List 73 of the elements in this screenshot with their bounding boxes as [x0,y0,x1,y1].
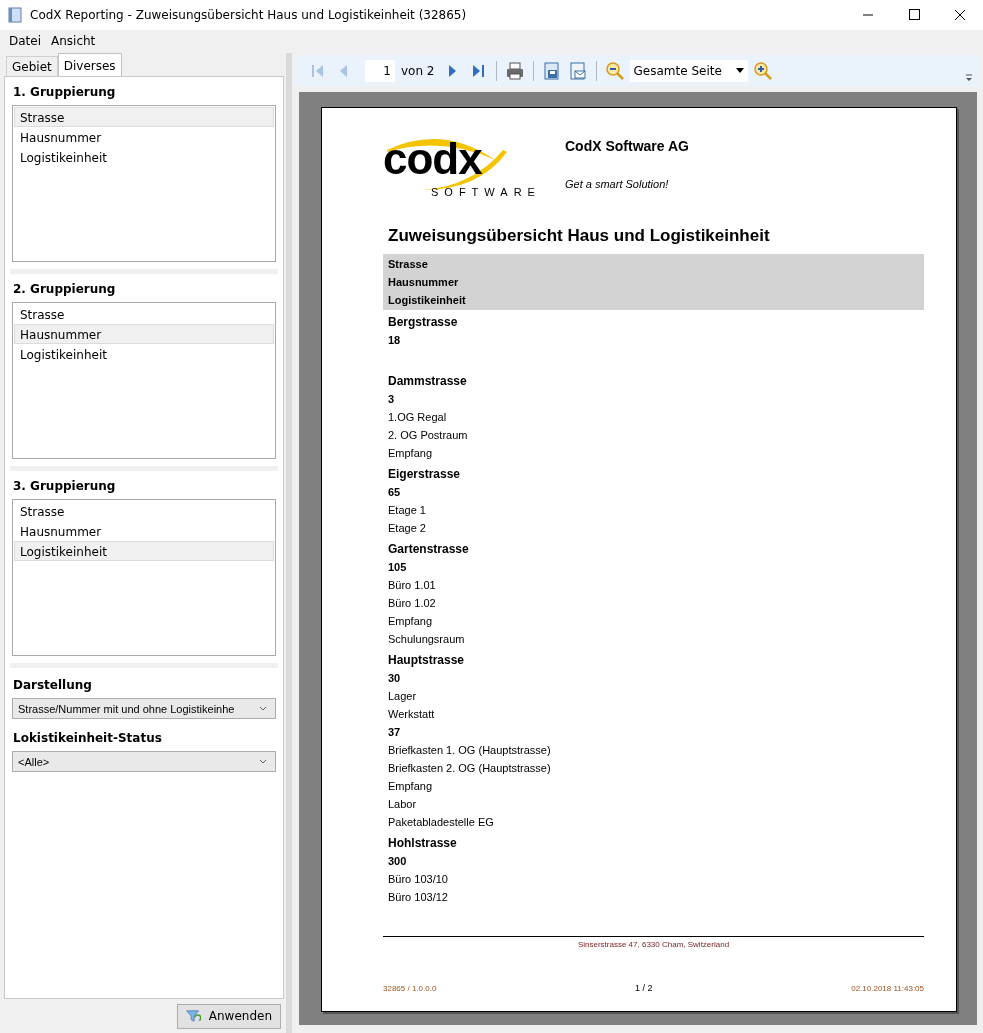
app-icon[interactable] [8,7,22,23]
house-number: 300 [388,854,408,869]
house-number: 105 [388,560,408,575]
zoom-out-icon[interactable] [603,59,626,82]
logistics-unit: Etage 1 [388,503,427,518]
company-logo: codx SOFTWARE [383,133,542,200]
apply-button[interactable]: Anwenden [177,1003,281,1029]
logistics-unit: Briefkasten 1. OG (Hauptstrasse) [388,743,552,758]
logistics-unit: Büro 1.02 [388,596,437,611]
field-label: Darstellung [13,678,93,692]
page-number-field[interactable]: 1 [365,59,395,82]
logistics-unit: Lager [388,689,418,704]
list-item[interactable]: Strasse [14,501,274,521]
list-item[interactable]: Strasse [14,107,274,127]
timestamp: 02.10.2018 11:43:05 [851,983,924,993]
menu-item[interactable]: Ansicht [46,34,101,48]
dropdown[interactable]: Strasse/Nummer mit und ohne Logistikeinhe [12,698,276,719]
page-count: von 2 [401,63,435,78]
section-heading: 2. Gruppierung [13,282,117,296]
column-header: Hausnummer [388,275,460,290]
field-label: Lokistikeinheit-Status [13,731,163,745]
report-id: 32865 / 1.0.0.0 [383,983,437,993]
logistics-unit: Büro 103/10 [388,872,449,887]
column-header: Strasse [388,257,429,272]
house-number: 3 [388,392,396,407]
window-title: CodX Reporting - Zuweisungsübersicht Haus und Logistikeinheit (32865) [30,8,467,22]
house-number: 30 [388,671,402,686]
street-name: Gartenstrasse [388,541,470,558]
logistics-unit: Labor [388,797,418,812]
street-name: Dammstrasse [388,373,468,390]
company-name: CodX Software AG [565,138,689,154]
logistics-unit: 1.OG Regal [388,410,448,425]
logistics-unit: Briefkasten 2. OG (Hauptstrasse) [388,761,552,776]
house-number: 65 [388,485,402,500]
column-header: Logistikeinheit [388,293,467,308]
logistics-unit: Empfang [388,614,434,629]
logistics-unit: Empfang [388,779,434,794]
tab[interactable]: Diverses [57,53,122,77]
street-name: Hohlstrasse [388,835,458,852]
company-address: Sinserstrasse 47, 6330 Cham, Switzerland [576,940,731,949]
street-name: Hauptstrasse [388,652,466,669]
street-name: Bergstrasse [388,314,459,331]
house-number: 37 [388,725,402,740]
dropdown[interactable]: <Alle> [12,751,276,772]
list-item[interactable]: Logistikeinheit [14,541,274,561]
zoom-in-icon[interactable] [751,59,774,82]
logistics-unit: Werkstatt [388,707,436,722]
zoom-dropdown[interactable]: Gesamte Seite [629,59,748,82]
funnel-icon[interactable] [186,1007,201,1025]
tab[interactable]: Gebiet [6,56,58,77]
section-heading: 1. Gruppierung [13,85,117,99]
logistics-unit: Empfang [388,446,434,461]
list-item[interactable]: Hausnummer [14,521,274,541]
page-number: 1 / 2 [635,983,653,993]
overflow-icon[interactable] [965,74,973,82]
street-name: Eigerstrasse [388,466,462,483]
list-item[interactable]: Logistikeinheit [14,344,274,364]
section-heading: 3. Gruppierung [13,479,117,493]
list-item[interactable]: Hausnummer [14,324,274,344]
list-item[interactable]: Logistikeinheit [14,147,274,167]
list-item[interactable]: Hausnummer [14,127,274,147]
menu-item[interactable]: Datei [4,34,46,48]
logistics-unit: 2. OG Postraum [388,428,469,443]
house-number: 18 [388,333,402,348]
logistics-unit: Büro 1.01 [388,578,437,593]
logistics-unit: Etage 2 [388,521,427,536]
caret-icon[interactable] [735,68,744,73]
report-title: Zuweisungsübersicht Haus und Logistikeinheit [388,226,771,246]
logistics-unit: Paketabladestelle EG [388,815,495,830]
logistics-unit: Büro 103/12 [388,890,449,905]
list-item[interactable]: Strasse [14,304,274,324]
slogan: Get a smart Solution! [565,178,670,190]
logistics-unit: Schulungsraum [388,632,466,647]
